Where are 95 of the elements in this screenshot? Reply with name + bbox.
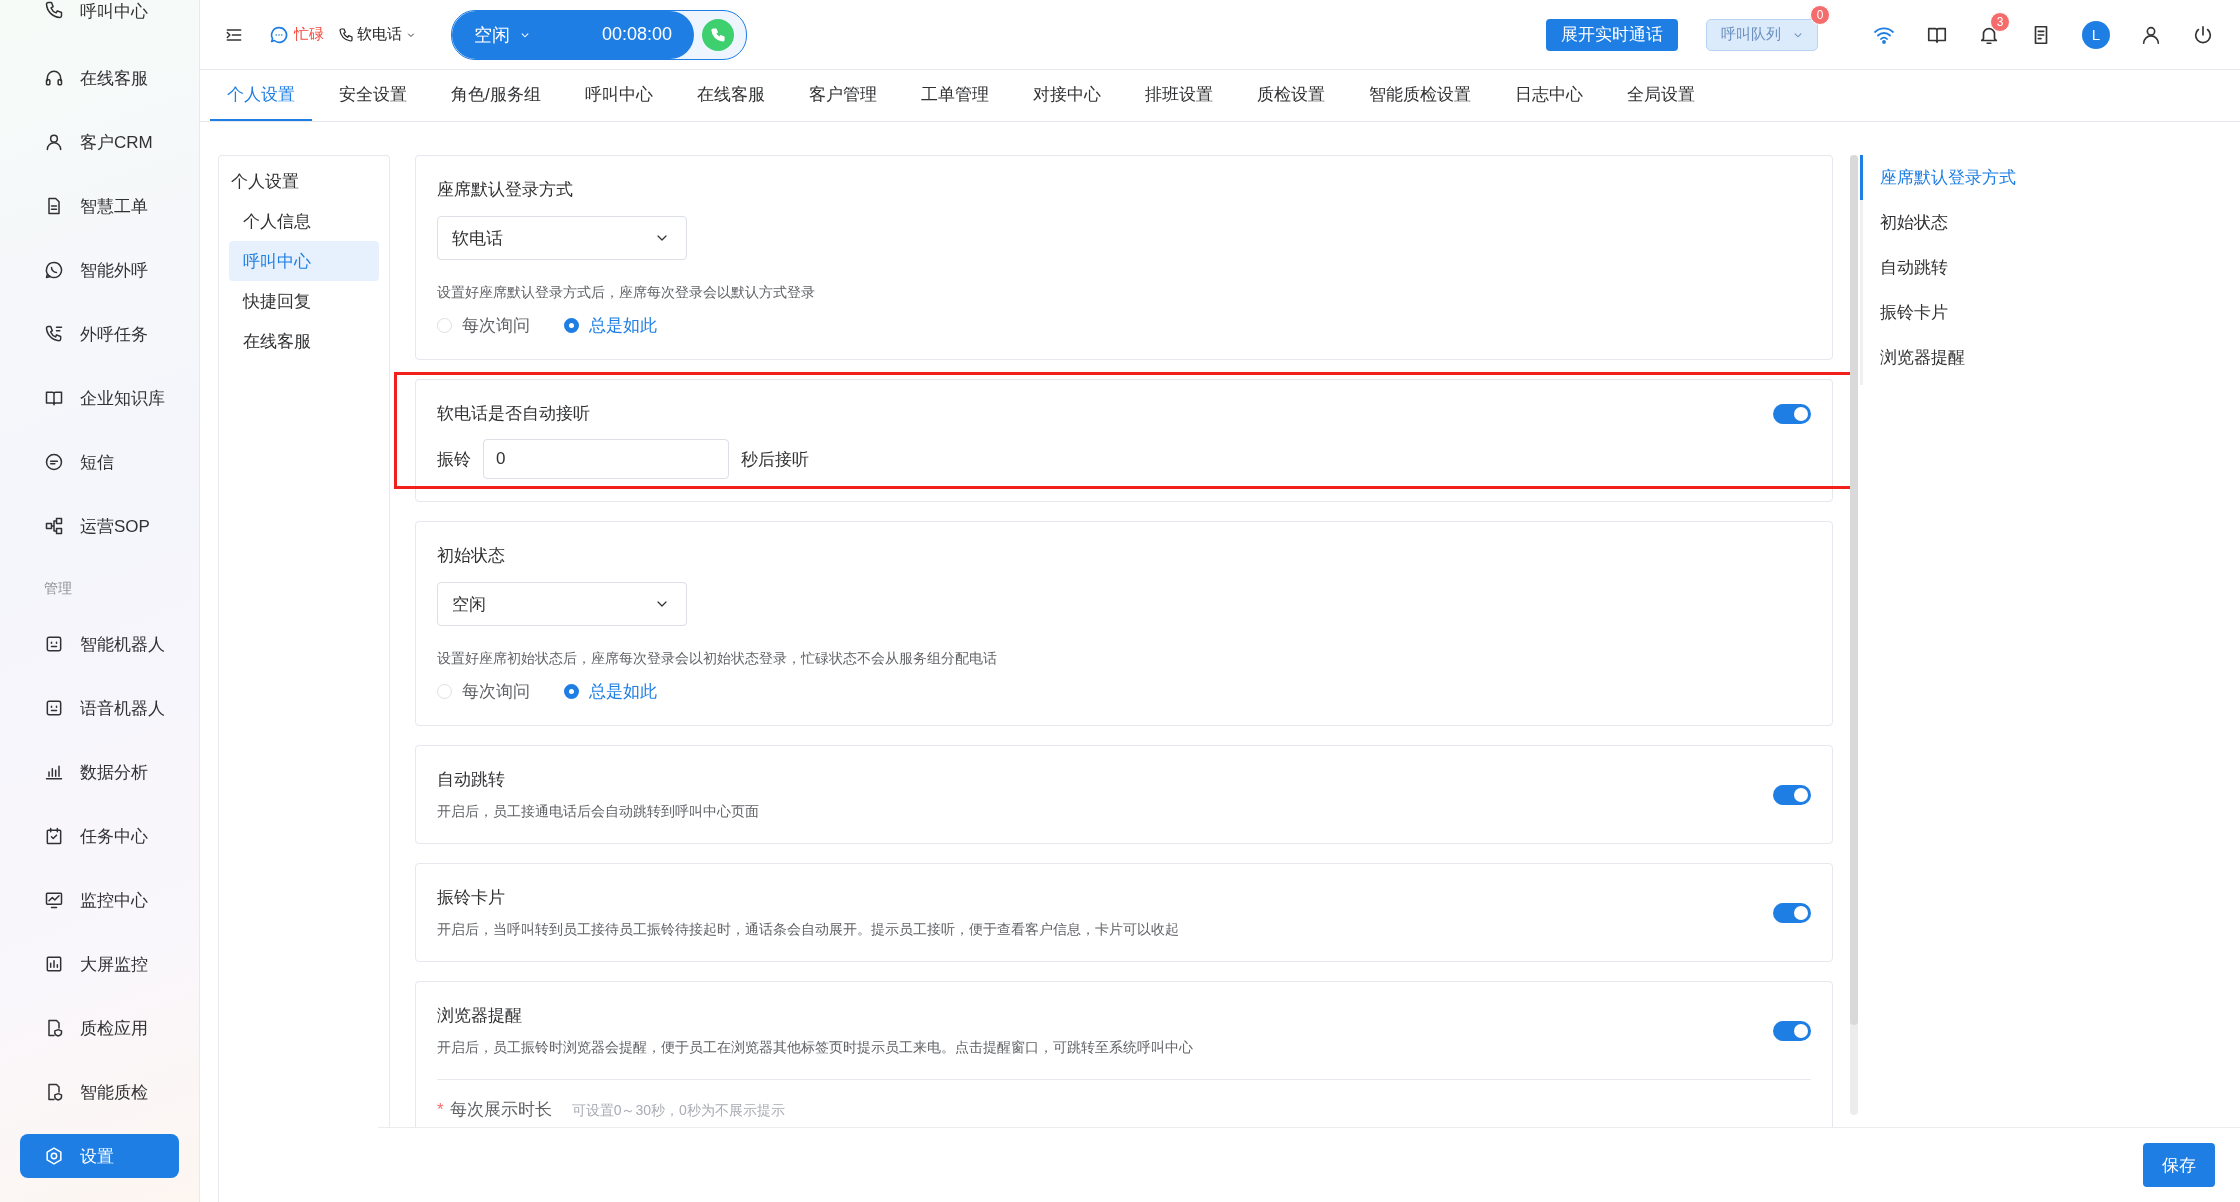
radio-option[interactable]: 总是如此 bbox=[564, 680, 657, 703]
sidebar-item[interactable]: 客户CRM bbox=[0, 110, 199, 174]
tab[interactable]: 在线客服 bbox=[679, 70, 782, 121]
avatar[interactable]: L bbox=[2082, 20, 2110, 49]
tab[interactable]: 对接中心 bbox=[1015, 70, 1118, 121]
tab[interactable]: 质检设置 bbox=[1239, 70, 1342, 121]
description-text: 开启后，员工接通电话后会自动跳转到呼叫中心页面 bbox=[437, 803, 760, 821]
submenu-item[interactable]: 个人信息 bbox=[229, 201, 379, 241]
call-timer: 00:08:00 bbox=[602, 24, 673, 45]
description-text: 开启后，员工振铃时浏览器会提醒，便于员工在浏览器其他标签页时提示员工来电。点击提醒窗口，可跳转至系统呼叫中心 bbox=[437, 1039, 1194, 1057]
field-suffix: 秒后接听 bbox=[741, 448, 809, 471]
chat-phone-icon bbox=[44, 260, 64, 280]
anchor-link[interactable]: 自动跳转 bbox=[1860, 245, 2016, 290]
anchor-link[interactable]: 振铃卡片 bbox=[1860, 290, 2016, 335]
settings-icon bbox=[44, 1146, 64, 1166]
user-icon bbox=[44, 132, 64, 152]
monitor-chart-icon bbox=[44, 890, 64, 910]
radio-option[interactable]: 每次询问 bbox=[437, 314, 530, 337]
book-icon bbox=[44, 388, 64, 408]
card-title: 座席默认登录方式 bbox=[437, 179, 574, 201]
tab[interactable]: 全局设置 bbox=[1609, 70, 1712, 121]
sidebar-item[interactable]: 大屏监控 bbox=[0, 932, 199, 996]
tab[interactable]: 客户管理 bbox=[791, 70, 894, 121]
hint-text: 设置好座席初始状态后，座席每次登录会以初始状态登录，忙碌状态不会从服务组分配电话 bbox=[437, 650, 998, 668]
radio-option[interactable]: 总是如此 bbox=[564, 314, 657, 337]
tab[interactable]: 工单管理 bbox=[903, 70, 1006, 121]
agent-status-dropdown[interactable]: 空闲 bbox=[474, 22, 532, 47]
card-title: 浏览器提醒 bbox=[437, 1005, 523, 1027]
sidebar-item[interactable]: 外呼任务 bbox=[0, 302, 199, 366]
sidebar-item[interactable]: 企业知识库 bbox=[0, 366, 199, 430]
toggle-switch[interactable] bbox=[1773, 1020, 1811, 1041]
required-mark: * bbox=[437, 1100, 444, 1120]
bar-chart-icon bbox=[44, 954, 64, 974]
phone-mode-dropdown[interactable]: 软电话 bbox=[338, 25, 417, 44]
tab[interactable]: 排班设置 bbox=[1127, 70, 1230, 121]
hint-text: 可设置0～30秒，0秒为不展示提示 bbox=[571, 1102, 785, 1120]
description-text: 开启后，当呼叫转到员工接待员工振铃待接起时，通话条会自动展开。提示员工接听，便于查看客户信息，卡片可以收起 bbox=[437, 921, 1180, 939]
card-title: 软电话是否自动接听 bbox=[437, 403, 590, 425]
save-button[interactable]: 保存 bbox=[2143, 1143, 2215, 1187]
sidebar-section-label: 管理 bbox=[43, 579, 73, 598]
sidebar-item[interactable]: 质检应用 bbox=[0, 996, 199, 1060]
select-field[interactable]: 空闲 bbox=[437, 582, 687, 626]
sidebar-item[interactable]: 智能质检 bbox=[0, 1060, 199, 1124]
phone-icon bbox=[44, 0, 64, 20]
scrollbar[interactable] bbox=[1850, 155, 1858, 1115]
toggle-switch[interactable] bbox=[1773, 403, 1811, 424]
anchor-link[interactable]: 初始状态 bbox=[1860, 200, 2016, 245]
toggle-switch[interactable] bbox=[1773, 784, 1811, 805]
card-title: 振铃卡片 bbox=[437, 887, 506, 909]
seconds-input[interactable]: 0 bbox=[483, 439, 729, 479]
count-badge: 0 bbox=[1810, 4, 1830, 25]
sms-icon bbox=[44, 452, 64, 472]
submenu-item[interactable]: 在线客服 bbox=[229, 321, 379, 361]
sidebar-item[interactable]: 呼叫中心 bbox=[0, 0, 199, 46]
sidebar-item[interactable]: 短信 bbox=[0, 430, 199, 494]
submenu-title: 个人设置 bbox=[230, 171, 300, 193]
robot-icon bbox=[44, 698, 64, 718]
select-field[interactable]: 软电话 bbox=[437, 216, 687, 260]
phone-icon bbox=[710, 26, 727, 43]
phone-icon bbox=[338, 26, 354, 43]
tab[interactable]: 安全设置 bbox=[322, 70, 424, 121]
card-title: 自动跳转 bbox=[437, 769, 506, 791]
toggle-switch[interactable] bbox=[1773, 902, 1811, 923]
notification-count-badge: 3 bbox=[1990, 11, 2010, 32]
hint-text: 设置好座席默认登录方式后，座席每次登录会以默认方式登录 bbox=[437, 284, 816, 302]
busy-status: 忙碌 bbox=[294, 25, 324, 44]
robot-icon bbox=[44, 634, 64, 654]
radio-option[interactable]: 每次询问 bbox=[437, 680, 530, 703]
submenu-item[interactable]: 呼叫中心 bbox=[229, 241, 379, 281]
card-title: 初始状态 bbox=[437, 545, 506, 567]
sidebar-item[interactable]: 智能机器人 bbox=[0, 612, 199, 676]
submenu-item[interactable]: 快捷回复 bbox=[229, 281, 379, 321]
sidebar-item[interactable]: 智能外呼 bbox=[0, 238, 199, 302]
phone-list-icon bbox=[44, 324, 64, 344]
tab[interactable]: 角色/服务组 bbox=[434, 70, 558, 121]
sidebar-item[interactable]: 智慧工单 bbox=[0, 174, 199, 238]
sidebar-item[interactable]: 运营SOP bbox=[0, 494, 199, 558]
tab[interactable]: 日志中心 bbox=[1497, 70, 1600, 121]
tab[interactable]: 个人设置 bbox=[210, 70, 312, 121]
sidebar-item[interactable]: 监控中心 bbox=[0, 868, 199, 932]
tab[interactable]: 呼叫中心 bbox=[567, 70, 670, 121]
realtime-call-button[interactable]: 展开实时通话 bbox=[1546, 18, 1678, 51]
sidebar-item[interactable]: 任务中心 bbox=[0, 804, 199, 868]
sidebar-item[interactable]: 设置 bbox=[20, 1134, 179, 1178]
tab[interactable]: 智能质检设置 bbox=[1351, 70, 1488, 121]
sidebar-item[interactable]: 在线客服 bbox=[0, 46, 199, 110]
anchor-link[interactable]: 座席默认登录方式 bbox=[1860, 155, 2016, 200]
anchor-link[interactable]: 浏览器提醒 bbox=[1860, 335, 2016, 380]
sidebar-item[interactable]: 语音机器人 bbox=[0, 676, 199, 740]
calendar-check-icon bbox=[44, 826, 64, 846]
flow-nodes-icon bbox=[44, 516, 64, 536]
field-label: 每次展示时长 bbox=[449, 1099, 552, 1121]
sidebar-item[interactable]: 数据分析 bbox=[0, 740, 199, 804]
field-label: 振铃 bbox=[437, 448, 471, 471]
headset-icon bbox=[44, 68, 64, 88]
